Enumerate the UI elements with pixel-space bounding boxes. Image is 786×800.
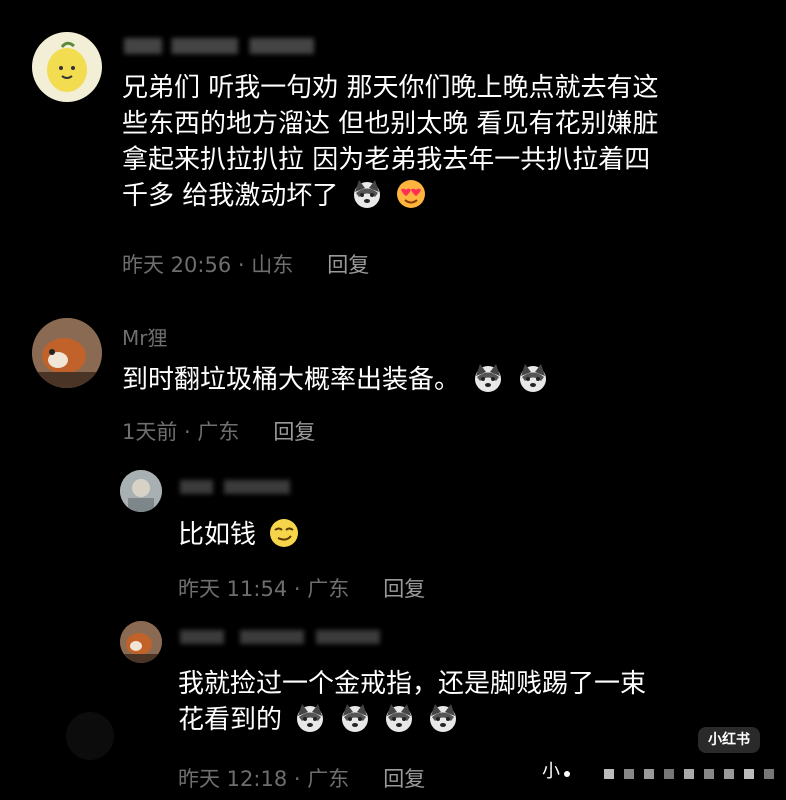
reply-button[interactable]: 回复 xyxy=(383,577,425,601)
comment-meta: 昨天 20:56 · 山东 回复 xyxy=(122,249,369,279)
user-avatar-icon xyxy=(120,470,162,512)
comment-line-text: 到时翻垃圾桶大概率出装备。 xyxy=(122,365,461,395)
comment-line-text: 比如钱 xyxy=(178,520,257,550)
mosaic-block xyxy=(644,769,654,779)
comment-line: 花看到的 xyxy=(178,702,758,738)
husky-emoji-icon xyxy=(341,704,368,732)
husky-emoji-icon xyxy=(475,364,502,392)
husky-emoji-icon xyxy=(297,704,324,732)
ghost-avatar xyxy=(66,712,114,760)
husky-emoji-icon xyxy=(353,180,380,208)
comment-text: 兄弟们 听我一句劝 那天你们晚上晚点就去有这 些东西的地方溜达 但也别太晚 看见… xyxy=(122,70,762,214)
comment-text: 到时翻垃圾桶大概率出装备。 xyxy=(122,362,549,398)
mosaic-block xyxy=(724,769,734,779)
mosaic-block xyxy=(624,769,634,779)
comment-meta: 昨天 12:18 · 广东 回复 xyxy=(178,763,425,793)
watermark-logo: 小红书 xyxy=(698,727,760,753)
timestamp-location: 1天前 · 广东 xyxy=(122,420,240,444)
comment-line: 拿起来扒拉扒拉 因为老弟我去年一共扒拉着四 xyxy=(122,145,651,175)
bottom-bar: 小 xyxy=(542,757,786,789)
comment-meta: 昨天 11:54 · 广东 回复 xyxy=(178,573,425,603)
comment-text: 我就捡过一个金戒指，还是脚贱踢了一束 花看到的 xyxy=(178,666,758,738)
username-blurred xyxy=(180,630,380,644)
avatar[interactable] xyxy=(32,318,102,388)
comment-line: 些东西的地方溜达 但也别太晚 看见有花别嫌脏 xyxy=(122,109,659,139)
timestamp-location: 昨天 11:54 · 广东 xyxy=(178,577,350,601)
timestamp-location: 昨天 12:18 · 广东 xyxy=(178,767,350,791)
mosaic-block xyxy=(664,769,674,779)
smirk-emoji-icon xyxy=(270,519,299,547)
timestamp-location: 昨天 20:56 · 山东 xyxy=(122,253,294,277)
mosaic-block xyxy=(684,769,694,779)
username[interactable]: Mr狸 xyxy=(122,322,167,351)
husky-emoji-icon xyxy=(385,704,412,732)
avatar[interactable] xyxy=(120,621,162,663)
mosaic-block xyxy=(744,769,754,779)
lemon-avatar-icon xyxy=(47,41,87,92)
reply-button[interactable]: 回复 xyxy=(383,767,425,791)
mosaic-block xyxy=(704,769,714,779)
avatar[interactable] xyxy=(32,32,102,102)
comment-line-text: 花看到的 xyxy=(178,705,283,735)
username-blurred xyxy=(124,38,314,54)
husky-emoji-icon xyxy=(430,704,457,732)
reply-button[interactable]: 回复 xyxy=(273,420,315,444)
username-blurred xyxy=(180,480,290,494)
avatar[interactable] xyxy=(120,470,162,512)
dot-icon xyxy=(564,771,570,777)
comment-line-text: 千多 给我激动坏了 xyxy=(122,181,339,211)
reply-button[interactable]: 回复 xyxy=(327,253,369,277)
husky-emoji-icon xyxy=(519,364,546,392)
heart-eyes-emoji-icon xyxy=(396,180,425,208)
comment-line: 我就捡过一个金戒指，还是脚贱踢了一束 xyxy=(178,669,647,699)
red-panda-avatar-icon xyxy=(120,621,162,663)
comment-line: 千多 给我激动坏了 xyxy=(122,178,762,214)
comment-line: 兄弟们 听我一句劝 那天你们晚上晚点就去有这 xyxy=(122,73,659,103)
comment-meta: 1天前 · 广东 回复 xyxy=(122,416,315,446)
mosaic-block xyxy=(604,769,614,779)
comment-text: 比如钱 xyxy=(178,517,300,553)
red-panda-avatar-icon xyxy=(32,318,102,388)
mosaic-block xyxy=(764,769,774,779)
bottom-label: 小 xyxy=(542,761,560,782)
